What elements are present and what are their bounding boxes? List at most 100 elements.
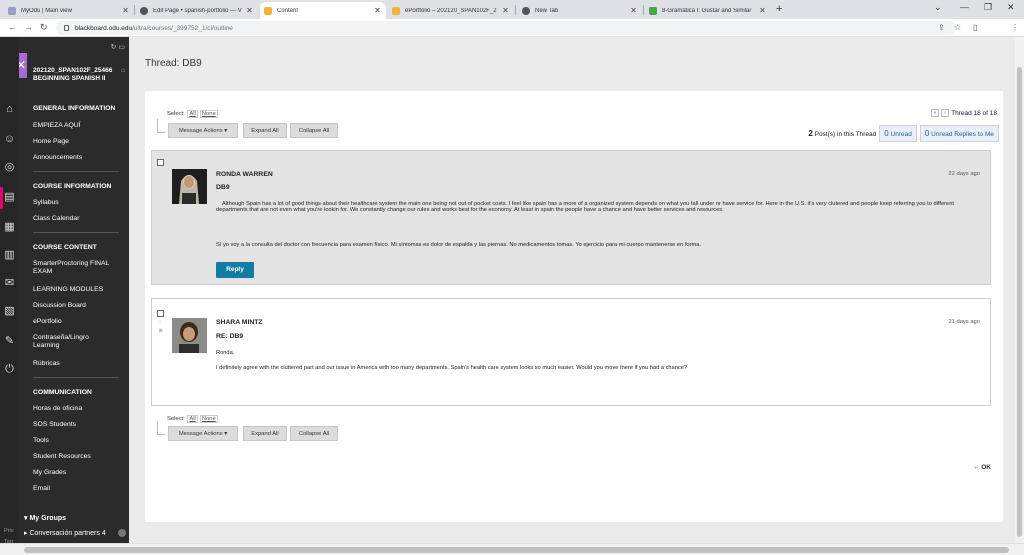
forward-icon[interactable]: → (24, 22, 33, 32)
menu-item[interactable]: Contraseña/Lingro Learning (33, 334, 113, 350)
post-checkbox[interactable] (157, 159, 164, 166)
tab-divider (515, 5, 516, 15)
unread-replies-filter-button[interactable]: 0 Unread Replies to Me (919, 125, 999, 142)
select-all-link[interactable]: All (187, 415, 198, 423)
close-tab-icon[interactable]: ✕ (373, 6, 382, 15)
expand-all-button[interactable]: Expand All (243, 123, 287, 138)
close-tab-icon[interactable]: ✕ (121, 6, 130, 15)
group-options-icon[interactable] (118, 529, 126, 537)
terms-link[interactable]: Terr (4, 539, 13, 545)
browser-tab[interactable]: New Tab ✕ (518, 2, 642, 19)
close-tab-icon[interactable]: ✕ (629, 6, 638, 15)
browser-tab[interactable]: Edit Page • spanish-portfolio — V ✕ (136, 2, 258, 19)
select-all-link[interactable]: All (187, 110, 198, 118)
ok-button[interactable]: ← OK (973, 464, 991, 471)
close-window-icon[interactable]: ✕ (1007, 2, 1015, 13)
browser-tab-strip: MyOdu | Main view ✕ Edit Page • spanish-… (0, 0, 1024, 19)
select-none-link[interactable]: None (199, 415, 218, 423)
restore-icon[interactable]: ❐ (984, 2, 992, 13)
flag-icon[interactable]: ⚑ (158, 328, 163, 335)
wordpress-favicon-icon (140, 6, 148, 15)
select-none-link[interactable]: None (199, 110, 218, 118)
menu-item[interactable]: Email (33, 485, 50, 493)
scroll-thumb[interactable] (24, 547, 1009, 553)
author-name[interactable]: RONDA WARREN (216, 171, 273, 178)
post-body: Although Spain has a lot of good things … (216, 201, 954, 214)
menu-item[interactable]: SOS Students (33, 421, 76, 429)
new-tab-button[interactable]: + (776, 3, 782, 15)
unread-filter-button[interactable]: 0 Unread (879, 125, 917, 142)
tab-search-icon[interactable]: ⌄ (934, 2, 942, 13)
address-bar-row: ← → ↻ blackboard.odu.edu /ultra/courses/… (0, 19, 1024, 52)
tools-icon[interactable]: ✎ (3, 335, 16, 348)
expand-all-button[interactable]: Expand All (243, 426, 287, 441)
menu-item[interactable]: Student Resources (33, 453, 91, 461)
browser-tab[interactable]: ePortfolio – 202120_SPAN102F_2 ✕ (388, 2, 514, 19)
institution-icon[interactable]: ⌂ (3, 103, 16, 116)
my-groups-toggle[interactable]: ▾ My Groups (24, 514, 66, 522)
grades-icon[interactable]: ▧ (3, 305, 16, 318)
collapse-all-button[interactable]: Collapse All (290, 123, 338, 138)
browser-tab-active[interactable]: Content ✕ (260, 2, 386, 19)
side-panel-icon[interactable]: ▯ (973, 23, 977, 32)
menu-item[interactable]: Syllabus (33, 199, 59, 207)
menu-item[interactable]: Announcements (33, 154, 82, 162)
reply-button[interactable]: Reply (216, 262, 254, 278)
refresh-folder-icons[interactable]: ↻ ▭ (111, 43, 125, 51)
collapse-all-button[interactable]: Collapse All (290, 426, 338, 441)
message-actions-button[interactable]: Message Actions ▾ (168, 426, 238, 441)
scroll-thumb[interactable] (1017, 67, 1022, 537)
profile-icon[interactable]: ☺ (3, 133, 16, 146)
menu-item[interactable]: LEARNING MODULES (33, 286, 103, 294)
browser-tab[interactable]: MyOdu | Main view ✕ (4, 2, 134, 19)
menu-item[interactable]: Home Page (33, 138, 69, 146)
calendar-icon[interactable]: ▥ (3, 249, 16, 262)
privacy-link[interactable]: Priv (4, 528, 13, 534)
group-item[interactable]: ▸ Conversación partners 4 (24, 529, 128, 537)
minimize-icon[interactable]: — (960, 2, 969, 12)
menu-item[interactable]: Tools (33, 437, 49, 445)
menu-item[interactable]: ePortfolio (33, 318, 62, 326)
first-thread-icon[interactable]: « (931, 109, 940, 117)
share-icon[interactable]: ⇪ (938, 23, 945, 32)
post-checkbox[interactable] (157, 310, 164, 317)
reload-icon[interactable]: ↻ (40, 22, 48, 33)
vertical-scrollbar[interactable] (1015, 37, 1024, 543)
sign-out-icon[interactable]: ⏻ (3, 363, 16, 376)
courses-icon[interactable]: ▤ (3, 191, 16, 204)
menu-item[interactable]: SmarterProctoring FINAL EXAM (33, 260, 119, 276)
close-tab-icon[interactable]: ✕ (245, 6, 254, 15)
course-title[interactable]: 202120_SPAN102F_25466 BEGINNING SPANISH … (33, 67, 125, 83)
messages-icon[interactable]: ✉ (3, 277, 16, 290)
organizations-icon[interactable]: ▦ (3, 221, 16, 234)
close-tab-icon[interactable]: ✕ (758, 6, 767, 15)
menu-item[interactable]: My Grades (33, 469, 66, 477)
menu-item[interactable]: Horas de oficina (33, 405, 82, 413)
section-communication: COMMUNICATION (33, 389, 92, 396)
bookmark-star-icon[interactable]: ☆ (954, 23, 961, 32)
back-icon[interactable]: ← (8, 22, 17, 32)
prev-thread-icon[interactable]: ‹ (941, 109, 950, 117)
globe-icon[interactable]: ◎ (3, 161, 16, 174)
menu-item[interactable]: EMPIEZA AQUÍ (33, 122, 81, 130)
menu-item[interactable]: Class Calendar (33, 215, 79, 223)
home-icon[interactable]: ⌂ (121, 67, 125, 75)
select-row-bottom: Select: All None (167, 415, 218, 423)
menu-item[interactable]: Rúbricas (33, 360, 60, 368)
menu-item[interactable]: Discussion Board (33, 302, 86, 310)
close-course-menu-button[interactable]: ✕ (19, 53, 27, 78)
horizontal-scrollbar[interactable] (0, 543, 1024, 555)
post-date: 22 days ago (948, 171, 980, 177)
message-actions-button[interactable]: Message Actions ▾ (168, 123, 238, 138)
divider (33, 377, 119, 378)
section-course-content: COURSE CONTENT (33, 244, 97, 251)
select-row-top: Select: All None (167, 110, 218, 118)
bracket-decoration (157, 421, 165, 435)
author-avatar (172, 169, 207, 204)
url-field[interactable]: blackboard.odu.edu /ultra/courses/_39975… (56, 21, 956, 35)
menu-kebab-icon[interactable]: ⋮ (1011, 23, 1019, 32)
read-status-icon[interactable]: ◌ (158, 319, 162, 325)
close-tab-icon[interactable]: ✕ (501, 6, 510, 15)
browser-tab[interactable]: 8-Gramática I: Gustar and Similar ✕ (645, 2, 771, 19)
author-name[interactable]: SHARA MINTZ (216, 319, 263, 326)
